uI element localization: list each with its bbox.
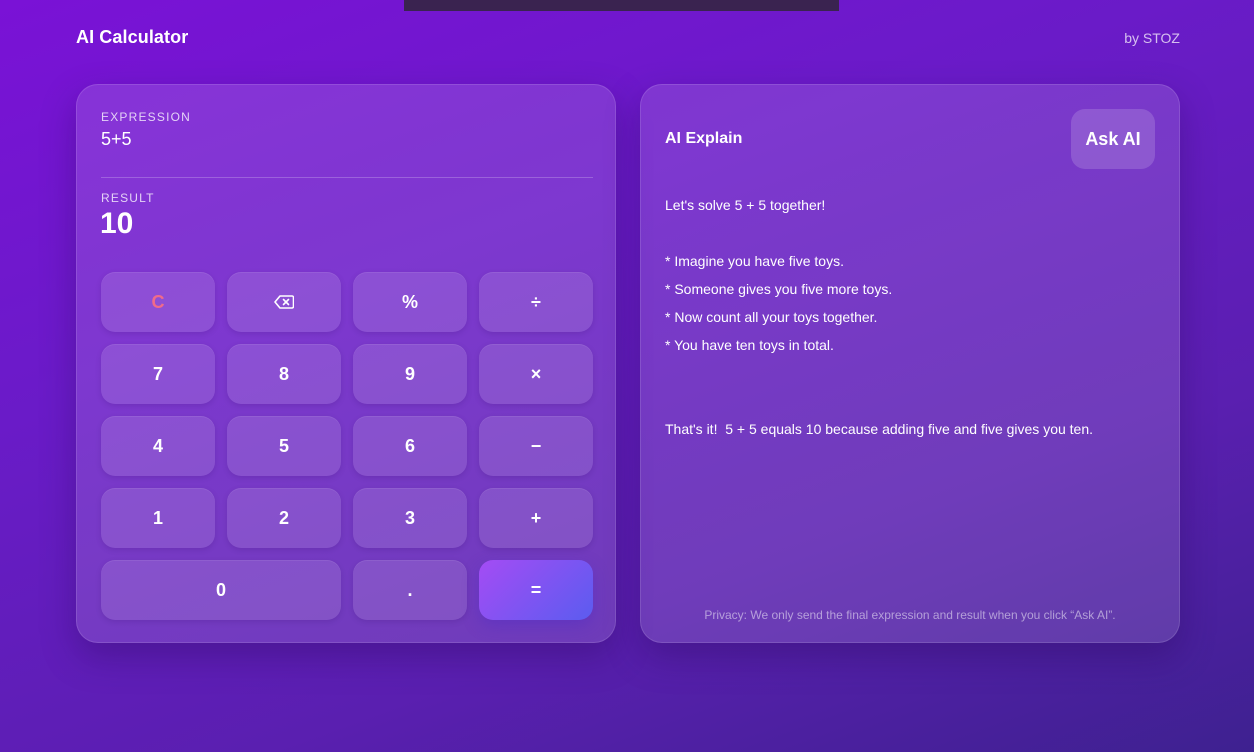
- digit-9-button[interactable]: 9: [353, 344, 467, 404]
- digit-3-button[interactable]: 3: [353, 488, 467, 548]
- decimal-button[interactable]: .: [353, 560, 467, 620]
- digit-1-button[interactable]: 1: [101, 488, 215, 548]
- backspace-button[interactable]: [227, 272, 341, 332]
- digit-4-button[interactable]: 4: [101, 416, 215, 476]
- digit-7-button[interactable]: 7: [101, 344, 215, 404]
- digit-5-button[interactable]: 5: [227, 416, 341, 476]
- clear-button[interactable]: C: [101, 272, 215, 332]
- percent-button[interactable]: %: [353, 272, 467, 332]
- expression-label: EXPRESSION: [101, 110, 192, 124]
- plus-button[interactable]: +: [479, 488, 593, 548]
- explanation-line: * Someone gives you five more toys.: [665, 281, 893, 297]
- display-divider: [101, 177, 593, 178]
- backspace-icon: [274, 295, 294, 309]
- explanation-line: Let's solve 5 + 5 together!: [665, 197, 826, 213]
- minus-button[interactable]: −: [479, 416, 593, 476]
- explanation-line: * Imagine you have five toys.: [665, 253, 844, 269]
- byline: by STOZ: [1124, 30, 1180, 46]
- explanation-line: [665, 387, 1157, 415]
- result-display: 10: [100, 207, 134, 240]
- explanation-line: * Now count all your toys together.: [665, 309, 878, 325]
- explanation-line: That's it! 5 + 5 equals 10 because addin…: [665, 421, 1094, 437]
- top-window-strip: [404, 0, 839, 11]
- ai-explain-title: AI Explain: [665, 130, 743, 147]
- app-title: AI Calculator: [76, 27, 189, 47]
- explanation-line: * You have ten toys in total.: [665, 337, 834, 353]
- privacy-note: Privacy: We only send the final expressi…: [704, 608, 1116, 622]
- explanation-line: [665, 219, 1157, 247]
- explanation-text: Let's solve 5 + 5 together! * Imagine yo…: [665, 191, 1157, 443]
- multiply-button[interactable]: ×: [479, 344, 593, 404]
- digit-8-button[interactable]: 8: [227, 344, 341, 404]
- result-label: RESULT: [101, 191, 155, 205]
- explanation-line: [665, 359, 1157, 387]
- digit-0-button[interactable]: 0: [101, 560, 341, 620]
- ai-explain-card: AI Explain Ask AI Let's solve 5 + 5 toge…: [640, 84, 1180, 643]
- expression-display: 5+5: [101, 129, 132, 149]
- divide-button[interactable]: ÷: [479, 272, 593, 332]
- equals-button[interactable]: =: [479, 560, 593, 620]
- digit-6-button[interactable]: 6: [353, 416, 467, 476]
- ask-ai-button[interactable]: Ask AI: [1071, 109, 1155, 169]
- digit-2-button[interactable]: 2: [227, 488, 341, 548]
- calculator-card: EXPRESSION 5+5 RESULT 10 C % ÷ 7 8 9 × 4…: [76, 84, 616, 643]
